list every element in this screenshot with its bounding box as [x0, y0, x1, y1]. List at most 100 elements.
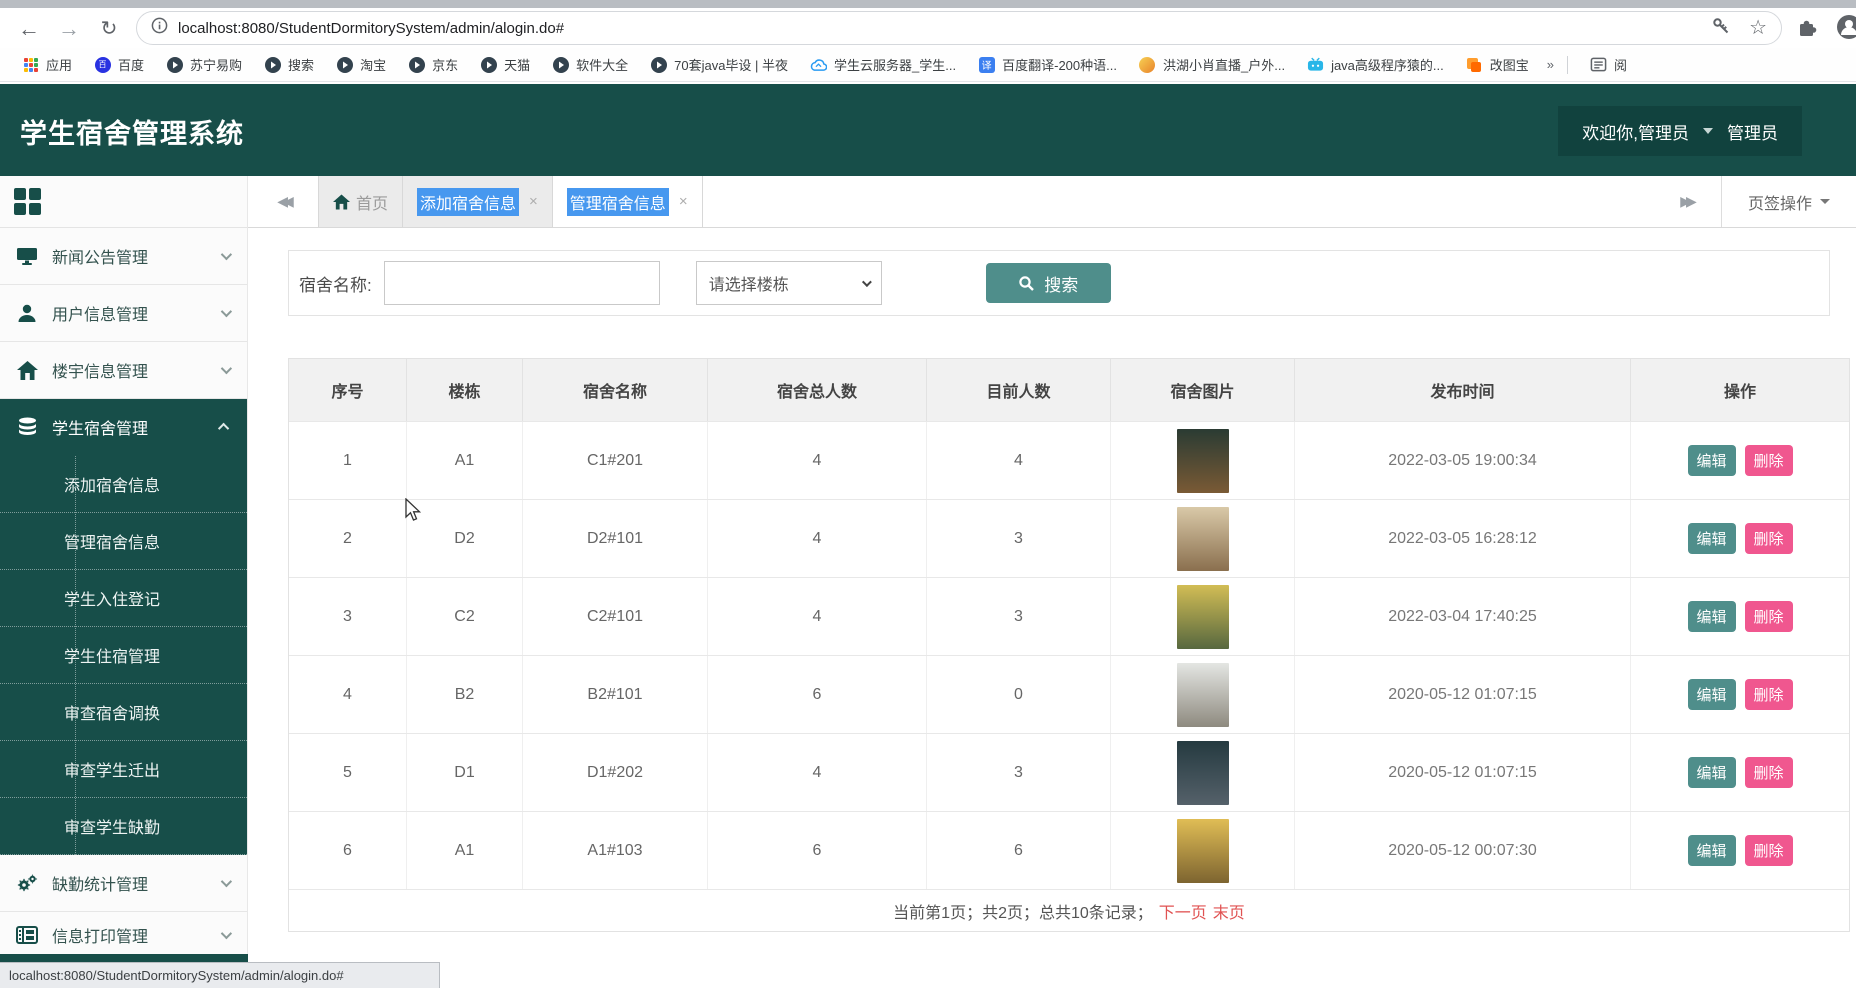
bookmark-item[interactable]: 软件大全: [552, 55, 628, 74]
edit-button[interactable]: 编辑: [1688, 835, 1736, 866]
tab-add-dorm-label: 添加宿舍信息: [417, 188, 519, 216]
tab-home[interactable]: 首页: [318, 176, 403, 227]
submenu-item[interactable]: 管理宿舍信息: [0, 513, 247, 570]
bookmark-label: 搜索: [288, 55, 314, 74]
dorm-photo[interactable]: [1177, 663, 1229, 727]
username-link[interactable]: 管理员: [1727, 119, 1778, 144]
tab-manage-dorm[interactable]: 管理宿舍信息 ×: [553, 176, 703, 227]
submenu-item[interactable]: 审查宿舍调换: [0, 684, 247, 741]
dorm-photo[interactable]: [1177, 429, 1229, 493]
dorm-photo[interactable]: [1177, 585, 1229, 649]
table-cell-name: D2#101: [523, 500, 708, 577]
sidebar-item-news[interactable]: 新闻公告管理: [0, 228, 247, 285]
delete-button[interactable]: 删除: [1745, 523, 1793, 554]
table-cell-photo: [1111, 500, 1295, 577]
bookmark-item[interactable]: 译百度翻译-200种语...: [978, 55, 1117, 74]
building-select-value: 请选择楼栋: [709, 271, 789, 295]
edit-button[interactable]: 编辑: [1688, 679, 1736, 710]
edit-button[interactable]: 编辑: [1688, 757, 1736, 788]
table-cell-no: 5: [289, 734, 407, 811]
delete-button[interactable]: 删除: [1745, 445, 1793, 476]
bookmark-label: 百度翻译-200种语...: [1002, 55, 1117, 74]
dorm-photo[interactable]: [1177, 741, 1229, 805]
bookmark-label: 洪湖小肖直播_户外...: [1163, 55, 1285, 74]
delete-button[interactable]: 删除: [1745, 601, 1793, 632]
profile-avatar[interactable]: [1836, 14, 1856, 45]
bookmark-item[interactable]: 学生云服务器_学生...: [810, 55, 956, 74]
refresh-icon[interactable]: ↻: [96, 16, 122, 42]
delete-button[interactable]: 删除: [1745, 757, 1793, 788]
submenu-item-label: 审查学生缺勤: [64, 814, 160, 838]
table-header-cell: 发布时间: [1295, 359, 1631, 421]
site-icon: [408, 56, 425, 73]
table-cell-current: 3: [927, 734, 1111, 811]
table-cell-current: 4: [927, 422, 1111, 499]
last-page-link[interactable]: 末页: [1213, 899, 1245, 923]
next-page-link[interactable]: 下一页: [1159, 899, 1207, 923]
table-cell-no: 6: [289, 812, 407, 889]
submenu-item[interactable]: 学生住宿管理: [0, 627, 247, 684]
dorm-photo[interactable]: [1177, 507, 1229, 571]
submenu-item-label: 审查宿舍调换: [64, 700, 160, 724]
table-cell-name: C1#201: [523, 422, 708, 499]
submenu-item[interactable]: 审查学生迁出: [0, 741, 247, 798]
delete-button[interactable]: 删除: [1745, 679, 1793, 710]
bookmark-item[interactable]: 苏宁易购: [166, 55, 242, 74]
back-icon[interactable]: ←: [16, 16, 42, 42]
table-row: 5D1D1#202432020-05-12 01:07:15编辑删除: [289, 734, 1849, 812]
reading-list-button[interactable]: 阅: [1590, 55, 1627, 74]
bookmark-item[interactable]: 改图宝: [1466, 55, 1529, 74]
user-menu[interactable]: 欢迎你,管理员 管理员: [1558, 106, 1802, 156]
sidebar-item-absence-stats[interactable]: 缺勤统计管理: [0, 855, 247, 912]
tab-close-icon[interactable]: ×: [529, 193, 538, 210]
submenu-item[interactable]: 审查学生缺勤: [0, 798, 247, 855]
bookmark-label: 京东: [432, 55, 458, 74]
tab-close-icon[interactable]: ×: [679, 193, 688, 210]
chevron-down-icon: [221, 876, 232, 887]
edit-button[interactable]: 编辑: [1688, 523, 1736, 554]
address-bar[interactable]: localhost:8080/StudentDormitorySystem/ad…: [136, 11, 1782, 45]
tab-add-dorm[interactable]: 添加宿舍信息 ×: [403, 176, 553, 227]
forward-icon[interactable]: →: [56, 16, 82, 42]
reading-list-icon: [1590, 56, 1607, 73]
bookmark-item[interactable]: 洪湖小肖直播_户外...: [1139, 55, 1285, 74]
site-icon: [480, 56, 497, 73]
tabs-scroll-right-icon[interactable]: ▶▶: [1651, 193, 1721, 210]
table-cell-no: 2: [289, 500, 407, 577]
tab-operations-label: 页签操作: [1748, 190, 1812, 214]
building-select[interactable]: 请选择楼栋: [696, 261, 882, 305]
bookmark-item[interactable]: 淘宝: [336, 55, 386, 74]
bookmark-item[interactable]: 天猫: [480, 55, 530, 74]
sidebar-item-print-management[interactable]: 信息打印管理: [0, 912, 247, 958]
table-cell-current: 3: [927, 578, 1111, 655]
site-icon: [264, 56, 281, 73]
bookmark-item[interactable]: 应用: [22, 55, 72, 74]
submenu-item[interactable]: 学生入住登记: [0, 570, 247, 627]
bookmark-item[interactable]: 70套java毕设 | 半夜: [650, 55, 788, 74]
sidebar-item-users[interactable]: 用户信息管理: [0, 285, 247, 342]
bookmarks-overflow-icon[interactable]: »: [1547, 57, 1551, 72]
tab-operations-dropdown[interactable]: 页签操作: [1721, 176, 1856, 227]
page-info-icon[interactable]: [151, 17, 168, 39]
bookmark-star-icon[interactable]: ☆: [1749, 19, 1767, 37]
extensions-puzzle-icon[interactable]: [1796, 16, 1818, 43]
delete-button[interactable]: 删除: [1745, 835, 1793, 866]
chevron-down-icon: [221, 249, 232, 260]
edit-button[interactable]: 编辑: [1688, 601, 1736, 632]
search-button[interactable]: 搜索: [986, 263, 1111, 303]
tab-operations-caret-icon: [1820, 199, 1830, 204]
sidebar-item-buildings[interactable]: 楼宇信息管理: [0, 342, 247, 399]
dorm-name-input[interactable]: [384, 261, 660, 305]
bookmark-item[interactable]: 京东: [408, 55, 458, 74]
sidebar-item-dorm-management[interactable]: 学生宿舍管理: [0, 399, 247, 456]
dorm-photo[interactable]: [1177, 819, 1229, 883]
submenu-item[interactable]: 添加宿舍信息: [0, 456, 247, 513]
bookmark-item[interactable]: java高级程序猿的...: [1307, 55, 1444, 74]
bookmark-item[interactable]: 百百度: [94, 55, 144, 74]
edit-button[interactable]: 编辑: [1688, 445, 1736, 476]
password-key-icon[interactable]: [1711, 16, 1731, 41]
tabs-scroll-left-icon[interactable]: ◀◀: [248, 176, 318, 227]
table-cell-time: 2020-05-12 01:07:15: [1295, 656, 1631, 733]
bookmark-item[interactable]: 搜索: [264, 55, 314, 74]
sidebar-collapse-button[interactable]: [0, 176, 247, 228]
